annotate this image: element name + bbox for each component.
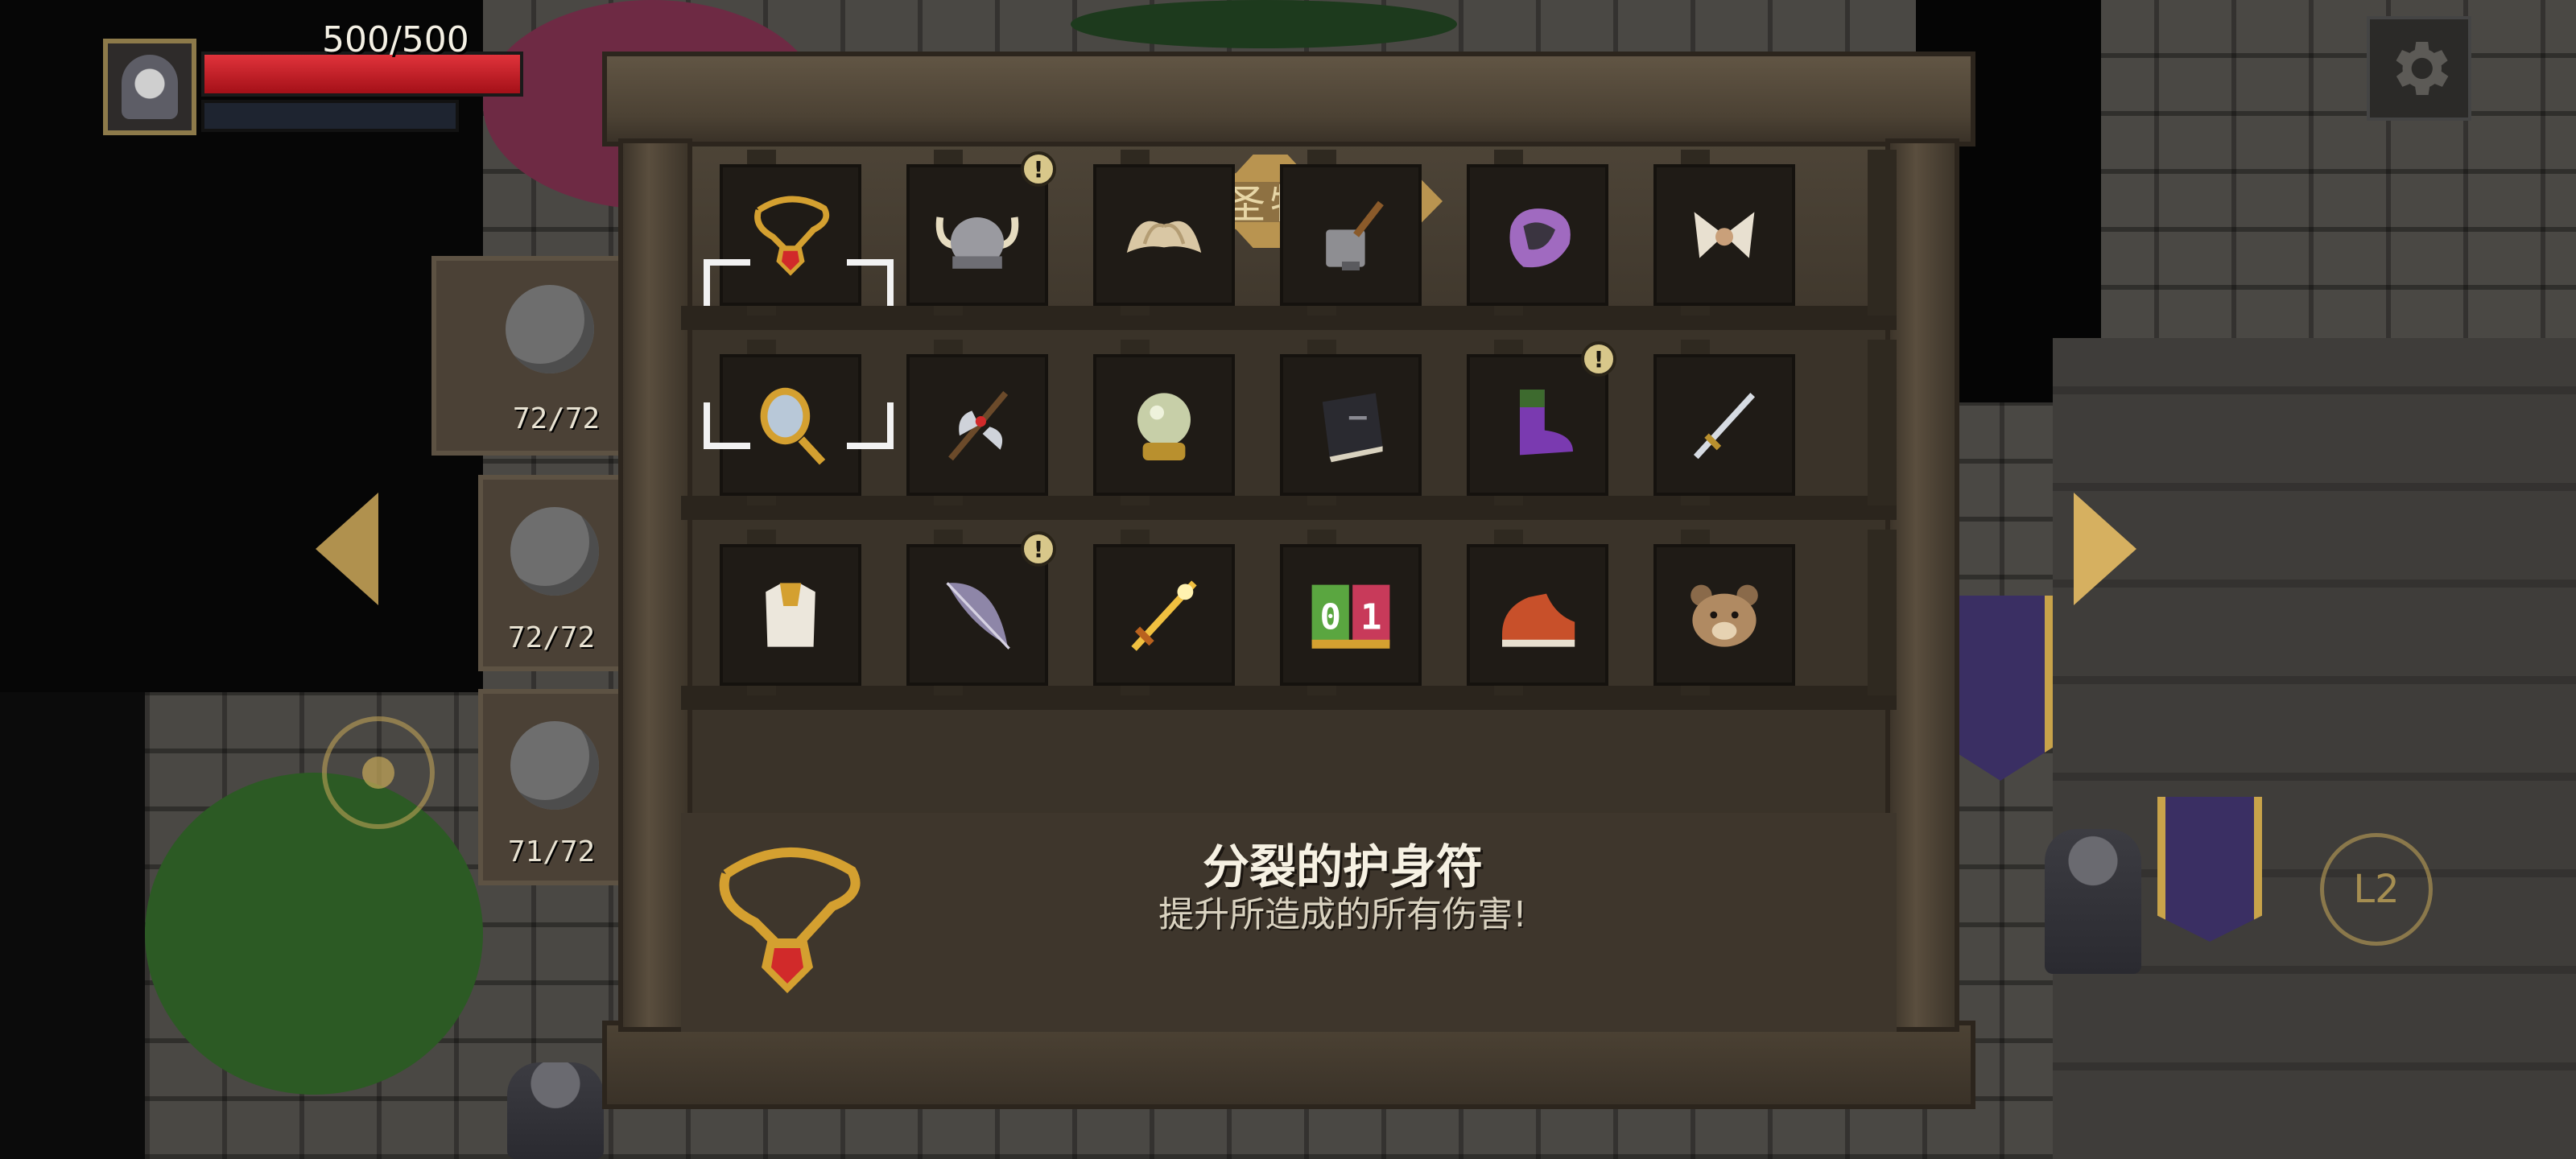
relic-slot[interactable]: ! — [906, 151, 1056, 306]
cabinet-bottom-frame — [602, 1021, 1975, 1109]
dagger-icon — [1693, 393, 1756, 460]
armor-icon — [766, 583, 815, 647]
relic-slot[interactable] — [1653, 544, 1795, 686]
relic-slot[interactable]: 01 — [1280, 544, 1422, 686]
stone-wall — [2053, 338, 2576, 1159]
player-portrait — [103, 39, 196, 135]
battle-axe-icon — [948, 390, 1009, 461]
shelf-divider — [1868, 150, 1897, 316]
selection-corner — [847, 402, 894, 449]
previous-page-arrow[interactable] — [316, 493, 378, 605]
bear-face-icon — [1690, 584, 1758, 647]
feather-icon — [946, 582, 1010, 650]
relic-slot[interactable] — [1653, 354, 1795, 496]
hammer-icon — [1326, 200, 1384, 270]
amulet-icon — [719, 848, 861, 993]
relic-slot[interactable] — [1280, 354, 1422, 496]
relic-slot[interactable] — [1280, 164, 1422, 306]
shelf-board — [681, 686, 1897, 710]
tree — [145, 773, 483, 1095]
relic-slot[interactable] — [1467, 164, 1608, 306]
selection-cursor — [704, 259, 894, 449]
sword-icon — [506, 285, 594, 373]
tree — [1071, 0, 1457, 48]
banner — [2157, 797, 2262, 942]
selection-corner — [704, 402, 750, 449]
relic-slot[interactable] — [1093, 544, 1235, 686]
settings-button[interactable] — [2367, 16, 2471, 121]
new-item-badge: ! — [1021, 151, 1056, 187]
gauntlet-icon — [1509, 208, 1571, 268]
flame-sword-icon — [1131, 580, 1197, 651]
calendar-icon: 01 — [1311, 584, 1390, 649]
side-slot-count: 72/72 — [507, 621, 596, 654]
l2-button[interactable]: L2 — [2320, 833, 2433, 946]
relic-slot[interactable] — [906, 354, 1048, 496]
knight-npc — [507, 1062, 604, 1159]
orb-icon — [510, 721, 599, 810]
selection-corner — [704, 259, 750, 306]
sneaker-icon — [1502, 593, 1575, 647]
relic-cabinet: 圣物 !!! 0 1 分裂的护身符 提升所造成的所有伤害! — [602, 52, 1975, 1109]
side-slot-count: 71/72 — [507, 835, 596, 868]
new-item-badge: ! — [1021, 531, 1056, 567]
calendar-digit: 1 — [1360, 597, 1382, 638]
relic-slot[interactable] — [1467, 544, 1608, 686]
relic-slot[interactable] — [1653, 164, 1795, 306]
side-slot-weapon[interactable]: 72/72 — [431, 256, 625, 456]
next-page-arrow[interactable] — [2074, 493, 2136, 605]
relic-slot[interactable] — [1093, 354, 1235, 496]
shelf-row: ! 0 1 — [681, 520, 1897, 710]
avatar — [122, 55, 178, 119]
mana-bar — [201, 100, 459, 132]
new-item-badge: ! — [1581, 341, 1616, 377]
shelf-divider — [1868, 530, 1897, 695]
health-bar-fill — [204, 55, 520, 93]
selected-relic-description: 提升所造成的所有伤害! — [1158, 894, 1527, 935]
wings-icon — [1126, 221, 1202, 253]
virtual-joystick[interactable] — [322, 716, 435, 829]
health-text: 500/500 — [322, 19, 469, 60]
gear-icon — [2396, 42, 2449, 96]
horned-helmet-icon — [935, 217, 1019, 269]
shelf-board — [681, 496, 1897, 520]
side-slot-count: 72/72 — [512, 402, 601, 435]
cabinet-top-frame — [602, 52, 1975, 146]
crystal-ball-icon — [1137, 393, 1191, 460]
shield-icon — [510, 507, 599, 596]
relic-slot[interactable]: ! — [906, 531, 1056, 686]
shelf-divider — [1868, 340, 1897, 505]
bow-tie-icon — [1694, 212, 1755, 258]
relic-slot[interactable] — [720, 544, 861, 686]
relic-slot[interactable] — [1093, 164, 1235, 306]
selection-corner — [847, 259, 894, 306]
calendar-digit: 0 — [1319, 597, 1341, 638]
relic-slot[interactable]: ! — [1467, 341, 1616, 496]
knight-npc — [2045, 829, 2141, 974]
boot-icon — [1520, 390, 1573, 456]
book-icon — [1322, 393, 1383, 463]
